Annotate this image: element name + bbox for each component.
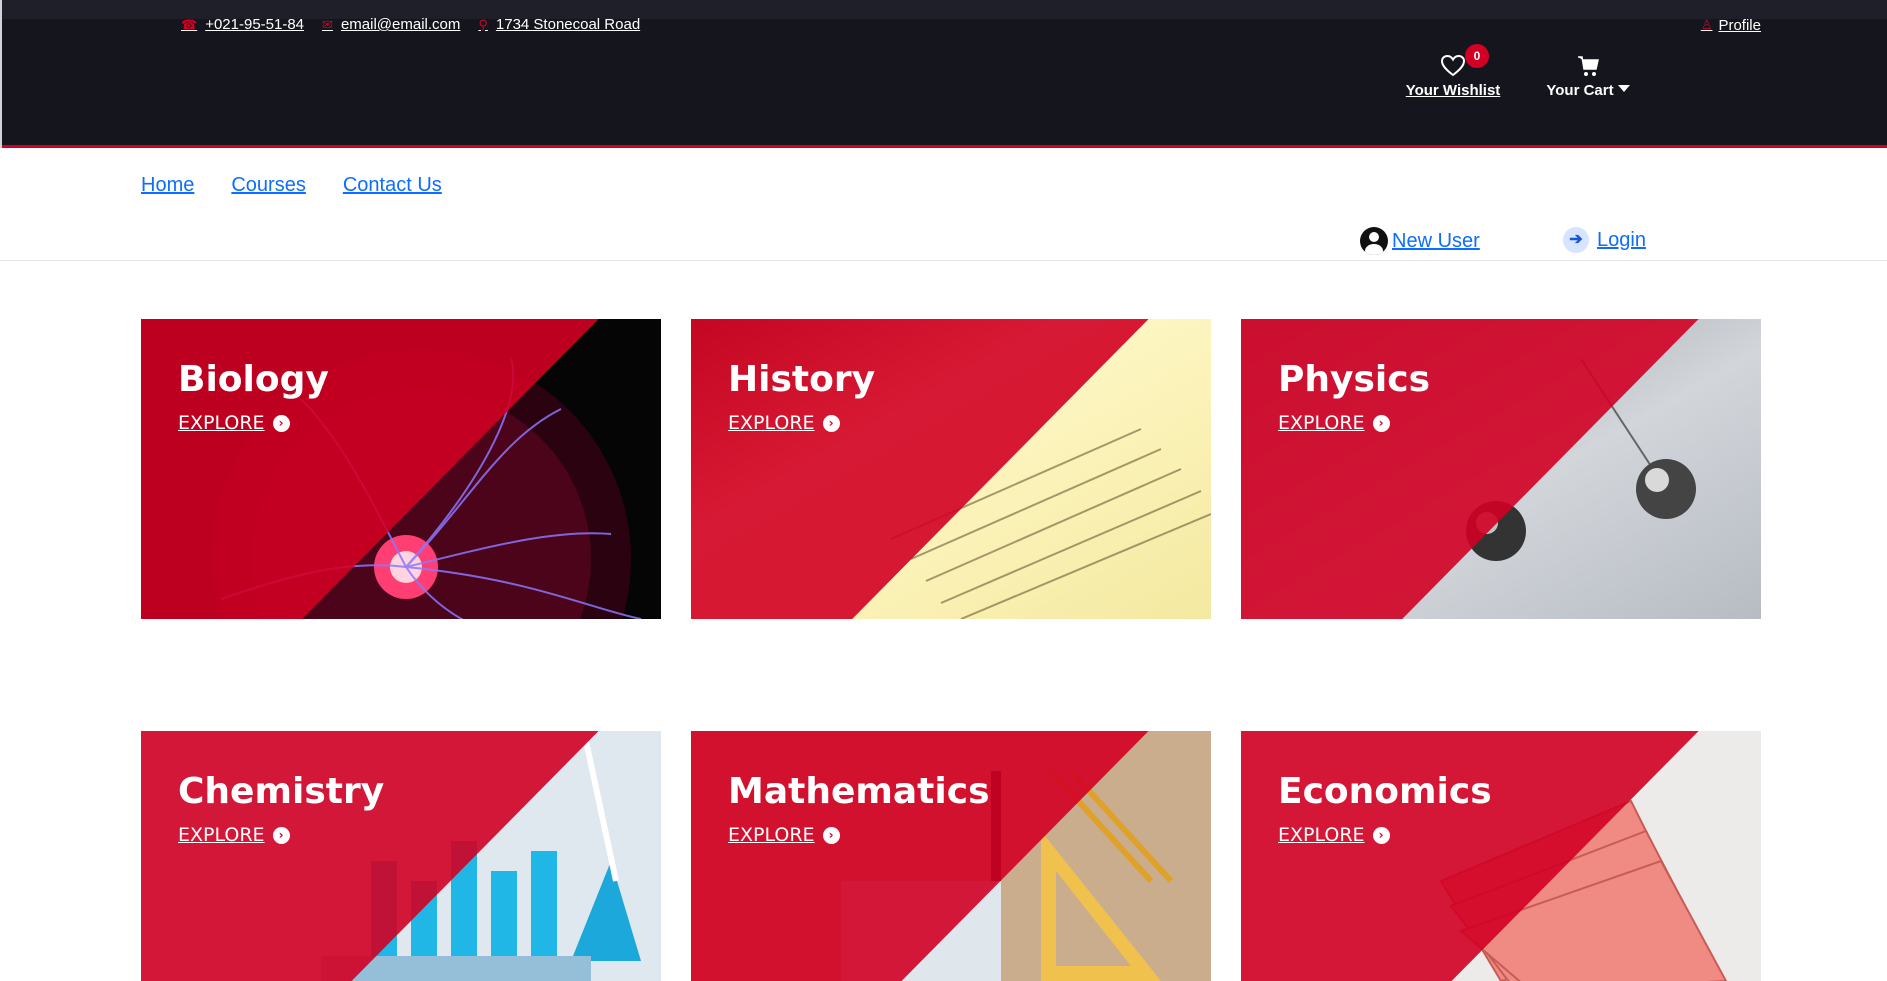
explore-label: EXPLORE [728, 824, 815, 846]
new-user-link[interactable]: New User [1392, 230, 1480, 253]
phone-icon: ☎ [181, 16, 198, 32]
chevron-down-icon [1617, 85, 1630, 92]
wishlist-label[interactable]: Your Wishlist [1406, 82, 1501, 99]
nav-contact-link[interactable]: Contact Us [343, 174, 442, 197]
header-left-edge [0, 0, 2, 148]
nav-links: Home Courses Contact Us [141, 174, 442, 197]
address-link[interactable]: ⚲ 1734 Stonecoal Road [478, 16, 640, 33]
top-header: ☎ +021-95-51-84 ✉ email@email.com ⚲ 1734… [0, 0, 1887, 148]
explore-label: EXPLORE [728, 412, 815, 434]
nav-home-link[interactable]: Home [141, 174, 194, 197]
address-text: 1734 Stonecoal Road [495, 16, 641, 33]
profile-text: Profile [1718, 16, 1761, 34]
wishlist-count-badge: 0 [1465, 44, 1489, 68]
heart-icon [1440, 54, 1466, 77]
phone-link[interactable]: ☎ +021-95-51-84 [181, 16, 304, 33]
course-title: Chemistry [178, 771, 385, 812]
login-link-container: ➔ Login [1563, 227, 1646, 253]
course-title: Mathematics [728, 771, 990, 812]
map-marker-icon: ⚲ [478, 16, 488, 32]
user-icon: ♙ [1700, 17, 1713, 32]
shopping-cart-icon [1578, 56, 1599, 76]
course-title: History [728, 359, 876, 400]
nav-courses-link[interactable]: Courses [231, 174, 305, 197]
cart-label: Your Cart [1546, 82, 1614, 99]
course-title: Physics [1278, 359, 1431, 400]
wishlist-button[interactable]: 0 Your Wishlist [1405, 44, 1501, 99]
header-contact-links: ☎ +021-95-51-84 ✉ email@email.com ⚲ 1734… [181, 16, 640, 33]
arrow-circle-right-icon: › [272, 826, 290, 844]
explore-label: EXPLORE [1278, 824, 1365, 846]
course-card-history[interactable]: History EXPLORE › [691, 319, 1211, 619]
new-user-link-container: New User [1360, 227, 1480, 255]
course-card-physics[interactable]: Physics EXPLORE › [1241, 319, 1761, 619]
course-card-economics[interactable]: Economics EXPLORE › [1241, 731, 1761, 981]
sign-in-icon: ➔ [1563, 227, 1589, 253]
email-text: email@email.com [340, 16, 461, 33]
arrow-circle-right-icon: › [1372, 414, 1390, 432]
explore-label: EXPLORE [178, 412, 265, 434]
cart-dropdown-button[interactable]: Your Cart [1540, 54, 1636, 99]
envelope-icon: ✉ [322, 16, 333, 32]
login-link[interactable]: Login [1597, 229, 1646, 252]
course-title: Economics [1278, 771, 1492, 812]
arrow-circle-right-icon: › [272, 414, 290, 432]
course-card-biology[interactable]: Biology EXPLORE › [141, 319, 661, 619]
profile-link[interactable]: ♙ Profile [1701, 17, 1761, 34]
main-navbar: Home Courses Contact Us New User ➔ Login [0, 148, 1887, 261]
course-title: Biology [178, 359, 329, 400]
email-link[interactable]: ✉ email@email.com [322, 16, 460, 33]
user-circle-icon [1360, 227, 1388, 255]
explore-link[interactable]: EXPLORE › [1278, 824, 1390, 846]
phone-text: +021-95-51-84 [205, 16, 305, 33]
course-card-mathematics[interactable]: Mathematics EXPLORE › [691, 731, 1211, 981]
course-card-chemistry[interactable]: Chemistry EXPLORE › [141, 731, 661, 981]
explore-label: EXPLORE [1278, 412, 1365, 434]
arrow-circle-right-icon: › [1372, 826, 1390, 844]
arrow-circle-right-icon: › [822, 826, 840, 844]
explore-label: EXPLORE [178, 824, 265, 846]
explore-link[interactable]: EXPLORE › [1278, 412, 1390, 434]
arrow-circle-right-icon: › [822, 414, 840, 432]
profile-link-container: ♙ Profile [1701, 16, 1761, 34]
explore-link[interactable]: EXPLORE › [178, 824, 290, 846]
explore-link[interactable]: EXPLORE › [728, 824, 840, 846]
explore-link[interactable]: EXPLORE › [178, 412, 290, 434]
explore-link[interactable]: EXPLORE › [728, 412, 840, 434]
